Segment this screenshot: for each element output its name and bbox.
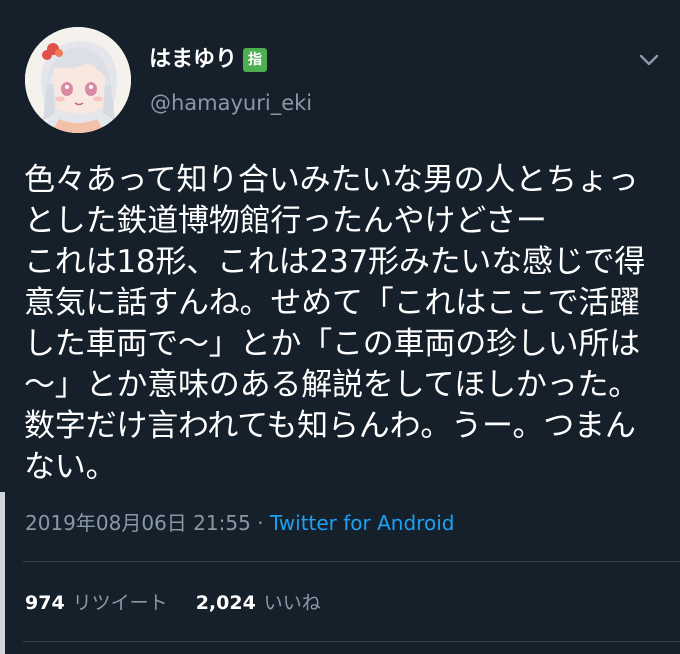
display-name-row: はまゆり 指 [149,43,268,77]
like-label[interactable]: いいね [264,594,321,613]
avatar[interactable] [25,27,131,133]
display-name[interactable]: はまゆり [149,49,237,71]
tweet-menu-button[interactable] [632,46,666,74]
anime-girl-avatar-icon [25,27,131,133]
chevron-down-icon [639,54,659,66]
username[interactable]: @hamayuri_eki [150,93,312,114]
retweet-label[interactable]: リツイート [73,594,168,613]
badge: 指 [243,48,268,72]
tweet-meta: 2019年08月06日 21:55 · Twitter for Android [25,513,454,533]
timestamp[interactable]: 2019年08月06日 21:55 [25,511,251,535]
tweet-card: はまゆり 指 @hamayuri_eki 色々あって知り合いみたいな男の人とちょ… [0,0,680,654]
tweet-stats: 974 リツイート 2,024 いいね [25,594,349,613]
meta-separator: · [250,511,270,535]
divider [23,561,680,562]
source-link[interactable]: Twitter for Android [270,511,455,535]
like-count[interactable]: 2,024 [196,594,256,613]
retweet-count[interactable]: 974 [25,594,65,613]
divider [23,641,680,642]
tweet-text: 色々あって知り合いみたいな男の人とちょっ とした鉄道博物館行ったんやけどさー こ… [24,162,646,485]
edge-scroll-indicator [0,492,5,654]
